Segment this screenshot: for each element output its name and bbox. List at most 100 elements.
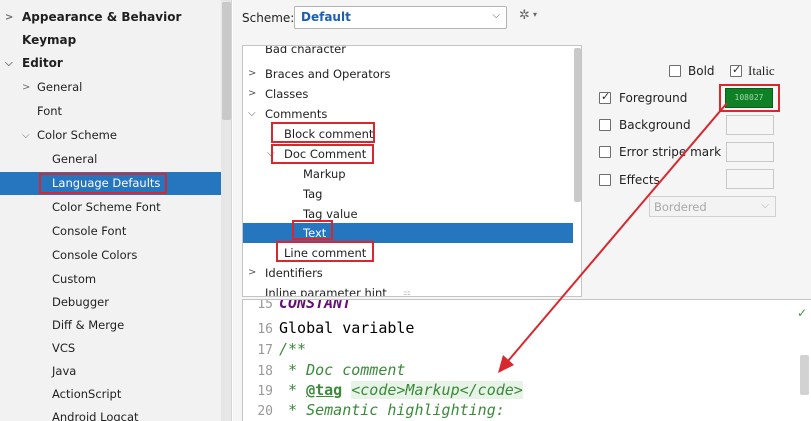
dropdown-arrow-icon[interactable]: ▾ [533,10,537,19]
sidebar-item-font[interactable]: Font [0,100,221,123]
sidebar-item-debugger[interactable]: Debugger [0,291,221,314]
error-stripe-label: Error stripe mark [619,145,722,159]
sidebar-scrollbar-thumb[interactable] [222,2,231,120]
sidebar-item-diff-merge[interactable]: Diff & Merge [0,314,221,337]
line-number: 16 [257,322,273,337]
sidebar-item-custom[interactable]: Custom [0,268,221,291]
settings-sidebar: > Appearance & Behavior Keymap ⌵ Editor … [0,0,232,421]
error-stripe-checkbox[interactable] [599,146,611,158]
chevron-down-icon: ⌵ [761,200,769,211]
foreground-color-swatch[interactable]: 108027 [725,88,773,108]
code-line: 17 /** [243,339,803,359]
sidebar-item-java[interactable]: Java [0,360,221,383]
tree-row-label: Line comment [284,246,367,260]
sidebar-item-android-logcat[interactable]: Android Logcat [0,406,221,421]
code-preview[interactable]: 15 CONSTANT 16 Global variable 17 /** 18 * … [242,299,811,421]
chevron-right-icon[interactable]: > [248,263,256,283]
chevron-right-icon[interactable]: > [248,64,256,84]
sidebar-item-console-font[interactable]: Console Font [0,220,221,243]
gear-icon[interactable]: ✲ [519,8,530,23]
sidebar-item-editor[interactable]: ⌵ Editor [0,52,221,75]
inspection-check-icon: ✓ [797,306,808,320]
tree-row-label: Tag [303,187,323,201]
sidebar-item-label: Console Font [52,224,127,238]
tree-row-identifiers[interactable]: > Identifiers [243,263,573,283]
foreground-checkbox[interactable] [599,90,611,104]
bold-checkbox[interactable] [669,65,681,77]
sidebar-item-label: Console Colors [52,248,138,262]
tree-row-braces-operators[interactable]: > Braces and Operators [243,64,573,84]
chevron-right-icon[interactable]: > [22,76,30,99]
tree-row-label: Classes [265,87,309,101]
error-stripe-color-swatch[interactable] [726,142,774,162]
sidebar-item-color-scheme[interactable]: ⌵ Color Scheme [0,124,221,147]
line-number: 19 [257,384,273,399]
tree-row-line-comment[interactable]: Line comment [243,243,573,263]
tree-row-label: Text [303,226,327,240]
line-number: 20 [257,404,273,419]
background-label: Background [619,118,691,132]
effects-checkbox[interactable] [599,174,611,186]
sidebar-item-general[interactable]: > General [0,76,221,99]
sidebar-item-label: General [37,80,83,94]
tree-row-comments[interactable]: ⌵ Comments [243,104,573,124]
italic-checkbox[interactable] [730,63,742,77]
tree-row-text[interactable]: Text [243,223,573,243]
italic-label: Italic [748,63,775,78]
tree-row-markup[interactable]: Markup [243,164,573,184]
tree-row-tag[interactable]: Tag [243,184,573,204]
tree-row-classes[interactable]: > Classes [243,84,573,104]
sidebar-item-vcs[interactable]: VCS [0,337,221,360]
tree-row-tag-value[interactable]: Tag value [243,204,573,224]
sidebar-item-label: ActionScript [52,387,122,401]
sidebar-item-keymap[interactable]: Keymap [0,29,221,52]
chevron-down-icon[interactable]: ⌵ [267,144,275,164]
chevron-down-icon[interactable]: ⌵ [22,124,30,147]
sidebar-item-label: Font [37,104,63,118]
preview-scrollbar-thumb[interactable] [800,355,809,395]
sidebar-item-label: Android Logcat [52,410,139,421]
code-global-variable: Global variable [279,319,415,337]
chevron-down-icon[interactable]: ⌵ [248,104,256,124]
foreground-color-value: 108027 [734,93,764,102]
background-checkbox[interactable] [599,119,611,131]
tree-row-bad-character[interactable]: Bad character [243,45,573,59]
chevron-right-icon[interactable]: > [248,84,256,104]
scheme-label: Scheme: [242,11,295,25]
code-line: 20 * Semantic highlighting: [243,400,803,420]
tree-scrollbar-thumb[interactable] [574,48,581,202]
background-color-swatch[interactable] [726,115,774,135]
attribute-tree[interactable]: Bad character > Braces and Operators > C… [242,45,582,297]
sidebar-item-actionscript[interactable]: ActionScript [0,383,221,406]
code-line: 16 Global variable [243,318,803,338]
chevron-down-icon[interactable]: ⌵ [5,52,13,75]
chevron-down-icon: ⌵ [492,10,500,21]
sidebar-item-label: General [52,152,98,166]
line-number: 18 [257,364,273,379]
chevron-right-icon[interactable]: > [5,6,13,29]
color-scheme-panel: Scheme: Default ⌵ ✲ ▾ Bad character > Br… [233,0,811,421]
effects-type-dropdown[interactable]: Bordered ⌵ [649,196,776,217]
sidebar-item-label: Java [52,364,77,378]
code-line: 18 * Doc comment [243,360,803,380]
sidebar-item-label: Language Defaults [52,176,161,190]
code-doc-star: * [279,381,307,399]
sidebar-item-language-defaults[interactable]: Language Defaults [0,172,221,195]
sidebar-item-label: Keymap [22,33,77,47]
code-doc-comment: * Doc comment [279,361,406,379]
tree-row-label: Tag value [303,207,358,221]
tree-row-block-comment[interactable]: Block comment [243,124,573,144]
scheme-dropdown[interactable]: Default ⌵ [294,6,507,29]
sidebar-item-console-colors[interactable]: Console Colors [0,244,221,267]
bold-label: Bold [688,64,715,78]
sidebar-item-color-scheme-font[interactable]: Color Scheme Font [0,196,221,219]
foreground-label: Foreground [619,91,688,105]
splitter-handle-icon[interactable]: ::::: [403,289,411,296]
effects-type-value: Bordered [654,200,707,214]
tree-row-label: Bad character [265,45,346,56]
sidebar-item-color-scheme-general[interactable]: General [0,148,221,171]
effects-color-swatch[interactable] [726,169,774,189]
tree-row-doc-comment[interactable]: ⌵ Doc Comment [243,144,573,164]
sidebar-item-appearance-behavior[interactable]: > Appearance & Behavior [0,6,221,29]
